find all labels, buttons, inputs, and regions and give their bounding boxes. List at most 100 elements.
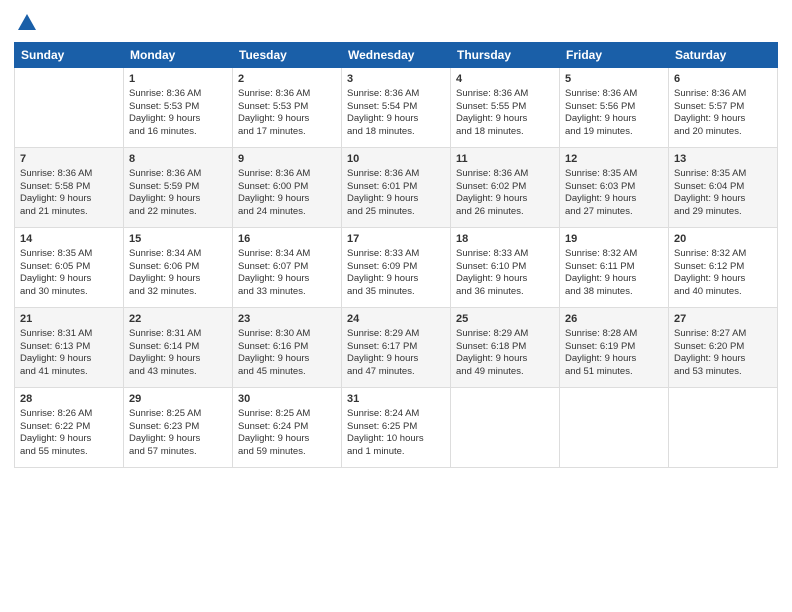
calendar-cell: 27Sunrise: 8:27 AM Sunset: 6:20 PM Dayli… (669, 308, 778, 388)
day-info: Sunrise: 8:36 AM Sunset: 5:58 PM Dayligh… (20, 168, 118, 219)
calendar-week-row: 14Sunrise: 8:35 AM Sunset: 6:05 PM Dayli… (15, 228, 778, 308)
day-number: 28 (20, 392, 118, 407)
day-info: Sunrise: 8:36 AM Sunset: 5:59 PM Dayligh… (129, 168, 227, 219)
calendar-cell: 31Sunrise: 8:24 AM Sunset: 6:25 PM Dayli… (342, 388, 451, 468)
calendar-cell: 8Sunrise: 8:36 AM Sunset: 5:59 PM Daylig… (124, 148, 233, 228)
day-info: Sunrise: 8:36 AM Sunset: 6:01 PM Dayligh… (347, 168, 445, 219)
day-info: Sunrise: 8:34 AM Sunset: 6:07 PM Dayligh… (238, 248, 336, 299)
weekday-header: Thursday (451, 43, 560, 68)
day-info: Sunrise: 8:31 AM Sunset: 6:14 PM Dayligh… (129, 328, 227, 379)
weekday-header: Saturday (669, 43, 778, 68)
day-number: 26 (565, 312, 663, 327)
calendar-cell: 9Sunrise: 8:36 AM Sunset: 6:00 PM Daylig… (233, 148, 342, 228)
day-info: Sunrise: 8:34 AM Sunset: 6:06 PM Dayligh… (129, 248, 227, 299)
calendar-cell: 21Sunrise: 8:31 AM Sunset: 6:13 PM Dayli… (15, 308, 124, 388)
day-info: Sunrise: 8:36 AM Sunset: 5:56 PM Dayligh… (565, 88, 663, 139)
day-number: 17 (347, 232, 445, 247)
day-info: Sunrise: 8:36 AM Sunset: 6:02 PM Dayligh… (456, 168, 554, 219)
day-number: 5 (565, 72, 663, 87)
day-number: 20 (674, 232, 772, 247)
day-info: Sunrise: 8:30 AM Sunset: 6:16 PM Dayligh… (238, 328, 336, 379)
day-number: 1 (129, 72, 227, 87)
header-row-days: SundayMondayTuesdayWednesdayThursdayFrid… (15, 43, 778, 68)
calendar-cell: 22Sunrise: 8:31 AM Sunset: 6:14 PM Dayli… (124, 308, 233, 388)
day-number: 30 (238, 392, 336, 407)
weekday-header: Monday (124, 43, 233, 68)
calendar-cell: 16Sunrise: 8:34 AM Sunset: 6:07 PM Dayli… (233, 228, 342, 308)
calendar-cell: 2Sunrise: 8:36 AM Sunset: 5:53 PM Daylig… (233, 68, 342, 148)
day-number: 24 (347, 312, 445, 327)
day-info: Sunrise: 8:28 AM Sunset: 6:19 PM Dayligh… (565, 328, 663, 379)
day-info: Sunrise: 8:36 AM Sunset: 5:53 PM Dayligh… (129, 88, 227, 139)
day-number: 31 (347, 392, 445, 407)
calendar-cell (669, 388, 778, 468)
day-info: Sunrise: 8:36 AM Sunset: 6:00 PM Dayligh… (238, 168, 336, 219)
calendar-cell (451, 388, 560, 468)
calendar-cell: 18Sunrise: 8:33 AM Sunset: 6:10 PM Dayli… (451, 228, 560, 308)
day-number: 11 (456, 152, 554, 167)
day-info: Sunrise: 8:35 AM Sunset: 6:04 PM Dayligh… (674, 168, 772, 219)
day-info: Sunrise: 8:33 AM Sunset: 6:10 PM Dayligh… (456, 248, 554, 299)
day-number: 9 (238, 152, 336, 167)
day-number: 7 (20, 152, 118, 167)
day-number: 13 (674, 152, 772, 167)
calendar-cell: 23Sunrise: 8:30 AM Sunset: 6:16 PM Dayli… (233, 308, 342, 388)
logo (14, 12, 38, 34)
day-number: 6 (674, 72, 772, 87)
calendar-cell: 28Sunrise: 8:26 AM Sunset: 6:22 PM Dayli… (15, 388, 124, 468)
day-info: Sunrise: 8:35 AM Sunset: 6:05 PM Dayligh… (20, 248, 118, 299)
calendar-cell: 12Sunrise: 8:35 AM Sunset: 6:03 PM Dayli… (560, 148, 669, 228)
day-number: 29 (129, 392, 227, 407)
calendar-cell: 3Sunrise: 8:36 AM Sunset: 5:54 PM Daylig… (342, 68, 451, 148)
logo-icon (16, 12, 38, 34)
day-number: 27 (674, 312, 772, 327)
day-number: 18 (456, 232, 554, 247)
weekday-header: Sunday (15, 43, 124, 68)
day-info: Sunrise: 8:24 AM Sunset: 6:25 PM Dayligh… (347, 408, 445, 459)
calendar-cell: 7Sunrise: 8:36 AM Sunset: 5:58 PM Daylig… (15, 148, 124, 228)
calendar-cell: 6Sunrise: 8:36 AM Sunset: 5:57 PM Daylig… (669, 68, 778, 148)
day-info: Sunrise: 8:33 AM Sunset: 6:09 PM Dayligh… (347, 248, 445, 299)
day-info: Sunrise: 8:31 AM Sunset: 6:13 PM Dayligh… (20, 328, 118, 379)
day-number: 25 (456, 312, 554, 327)
calendar-cell: 15Sunrise: 8:34 AM Sunset: 6:06 PM Dayli… (124, 228, 233, 308)
weekday-header: Friday (560, 43, 669, 68)
calendar-cell: 14Sunrise: 8:35 AM Sunset: 6:05 PM Dayli… (15, 228, 124, 308)
day-number: 3 (347, 72, 445, 87)
calendar-cell: 17Sunrise: 8:33 AM Sunset: 6:09 PM Dayli… (342, 228, 451, 308)
day-info: Sunrise: 8:36 AM Sunset: 5:54 PM Dayligh… (347, 88, 445, 139)
day-number: 14 (20, 232, 118, 247)
day-info: Sunrise: 8:35 AM Sunset: 6:03 PM Dayligh… (565, 168, 663, 219)
day-number: 19 (565, 232, 663, 247)
calendar-cell: 1Sunrise: 8:36 AM Sunset: 5:53 PM Daylig… (124, 68, 233, 148)
day-number: 10 (347, 152, 445, 167)
calendar-cell (560, 388, 669, 468)
calendar-week-row: 21Sunrise: 8:31 AM Sunset: 6:13 PM Dayli… (15, 308, 778, 388)
day-info: Sunrise: 8:32 AM Sunset: 6:11 PM Dayligh… (565, 248, 663, 299)
day-number: 4 (456, 72, 554, 87)
calendar-table: SundayMondayTuesdayWednesdayThursdayFrid… (14, 42, 778, 468)
day-number: 12 (565, 152, 663, 167)
calendar-week-row: 28Sunrise: 8:26 AM Sunset: 6:22 PM Dayli… (15, 388, 778, 468)
day-info: Sunrise: 8:32 AM Sunset: 6:12 PM Dayligh… (674, 248, 772, 299)
calendar-week-row: 1Sunrise: 8:36 AM Sunset: 5:53 PM Daylig… (15, 68, 778, 148)
day-number: 22 (129, 312, 227, 327)
weekday-header: Wednesday (342, 43, 451, 68)
calendar-cell: 29Sunrise: 8:25 AM Sunset: 6:23 PM Dayli… (124, 388, 233, 468)
calendar-cell: 26Sunrise: 8:28 AM Sunset: 6:19 PM Dayli… (560, 308, 669, 388)
calendar-cell: 11Sunrise: 8:36 AM Sunset: 6:02 PM Dayli… (451, 148, 560, 228)
calendar-cell: 30Sunrise: 8:25 AM Sunset: 6:24 PM Dayli… (233, 388, 342, 468)
day-info: Sunrise: 8:27 AM Sunset: 6:20 PM Dayligh… (674, 328, 772, 379)
day-number: 23 (238, 312, 336, 327)
day-number: 8 (129, 152, 227, 167)
day-info: Sunrise: 8:29 AM Sunset: 6:18 PM Dayligh… (456, 328, 554, 379)
day-info: Sunrise: 8:26 AM Sunset: 6:22 PM Dayligh… (20, 408, 118, 459)
calendar-cell: 25Sunrise: 8:29 AM Sunset: 6:18 PM Dayli… (451, 308, 560, 388)
header-row (14, 12, 778, 34)
calendar-cell: 19Sunrise: 8:32 AM Sunset: 6:11 PM Dayli… (560, 228, 669, 308)
calendar-cell: 10Sunrise: 8:36 AM Sunset: 6:01 PM Dayli… (342, 148, 451, 228)
day-number: 21 (20, 312, 118, 327)
weekday-header: Tuesday (233, 43, 342, 68)
day-info: Sunrise: 8:25 AM Sunset: 6:23 PM Dayligh… (129, 408, 227, 459)
calendar-cell: 4Sunrise: 8:36 AM Sunset: 5:55 PM Daylig… (451, 68, 560, 148)
